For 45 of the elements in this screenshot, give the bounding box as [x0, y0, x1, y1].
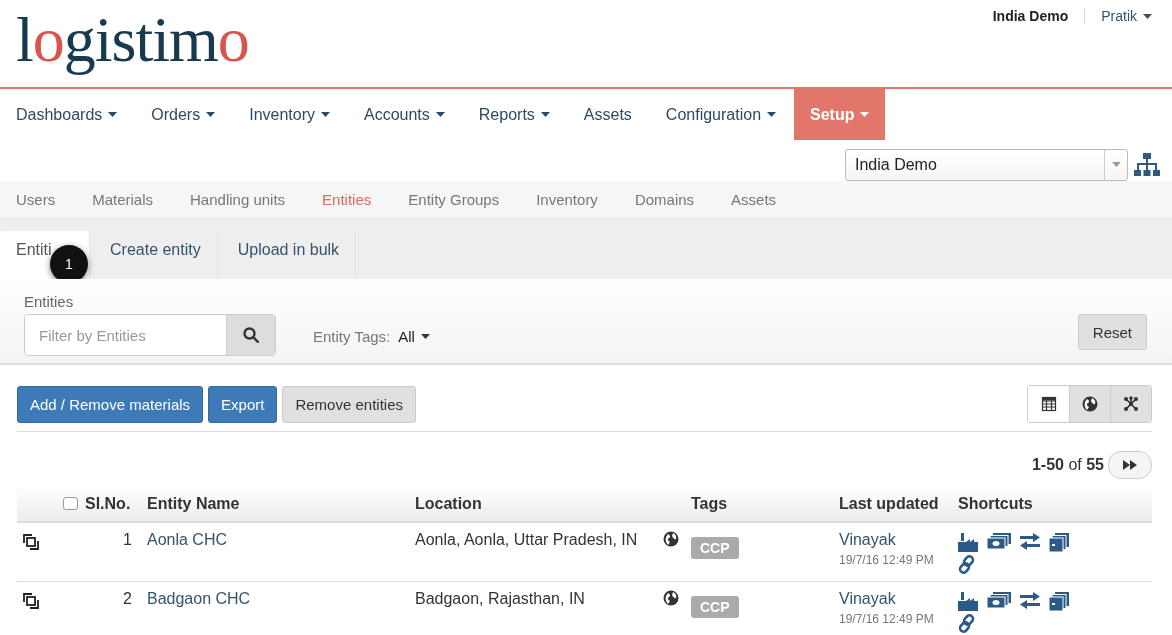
nav-item[interactable]: Orders [135, 89, 232, 140]
nav-item[interactable]: Assets [567, 89, 648, 140]
tag-label: CCP [691, 596, 739, 618]
nav-item[interactable]: Dashboards [0, 89, 134, 140]
filter-field[interactable]: Filter by Entities [24, 314, 276, 356]
pagination-text: 1-50 of 55 [1031, 456, 1104, 474]
tags-label: Entity Tags: [313, 328, 391, 345]
subnav-item[interactable]: Domains [618, 190, 711, 208]
location-text: Aonla, Aonla, Uttar Pradesh, IN [415, 531, 638, 548]
subnav-item[interactable]: Assets [715, 190, 793, 208]
subnav-item[interactable]: Users [0, 190, 72, 208]
column-header: Tags [691, 494, 729, 513]
subnav-item[interactable]: Materials [76, 190, 170, 208]
entity-link[interactable]: Aonla CHC [147, 531, 228, 548]
subnav-item[interactable]: Entity Groups [392, 190, 516, 208]
user-link[interactable]: Vinayak [839, 531, 958, 549]
row-number: 2 [122, 590, 133, 608]
timestamp: 19/7/16 12:49 PM [839, 612, 935, 626]
column-header: Last updated [839, 494, 940, 513]
timestamp: 19/7/16 12:49 PM [839, 553, 935, 567]
subnav-item[interactable]: Inventory [520, 190, 614, 208]
logo: logistimo [16, 4, 249, 76]
tags-dropdown[interactable]: All [398, 328, 430, 345]
column-header: Entity Name [147, 494, 241, 513]
user-menu[interactable]: Pratik [1085, 8, 1152, 24]
action-button[interactable]: Add / Remove materials [17, 385, 204, 423]
reset-button[interactable]: Reset [1077, 314, 1147, 350]
nav-item[interactable]: Configuration [649, 89, 793, 140]
subnav-item[interactable]: Handling units [174, 190, 302, 208]
column-header: Sl.No. [85, 494, 132, 513]
action-button[interactable]: Export [208, 385, 278, 423]
location-text: Badgaon, Rajasthan, IN [415, 590, 585, 607]
row-number: 1 [122, 531, 133, 549]
tag-label: CCP [691, 537, 739, 559]
action-button[interactable]: Remove entities [282, 385, 416, 423]
nav-item[interactable]: Accounts [348, 89, 461, 140]
entity-link[interactable]: Badgaon CHC [147, 590, 251, 607]
domain-select[interactable]: India Demo [845, 148, 1128, 181]
column-header: Location [415, 494, 483, 513]
domain-name: India Demo [992, 8, 1086, 24]
nav-item[interactable]: Inventory [233, 89, 346, 140]
user-link[interactable]: Vinayak [839, 590, 958, 608]
field-label: Entities [24, 293, 74, 310]
nav-item[interactable]: Reports [462, 89, 566, 140]
column-header: Shortcuts [958, 494, 1034, 513]
